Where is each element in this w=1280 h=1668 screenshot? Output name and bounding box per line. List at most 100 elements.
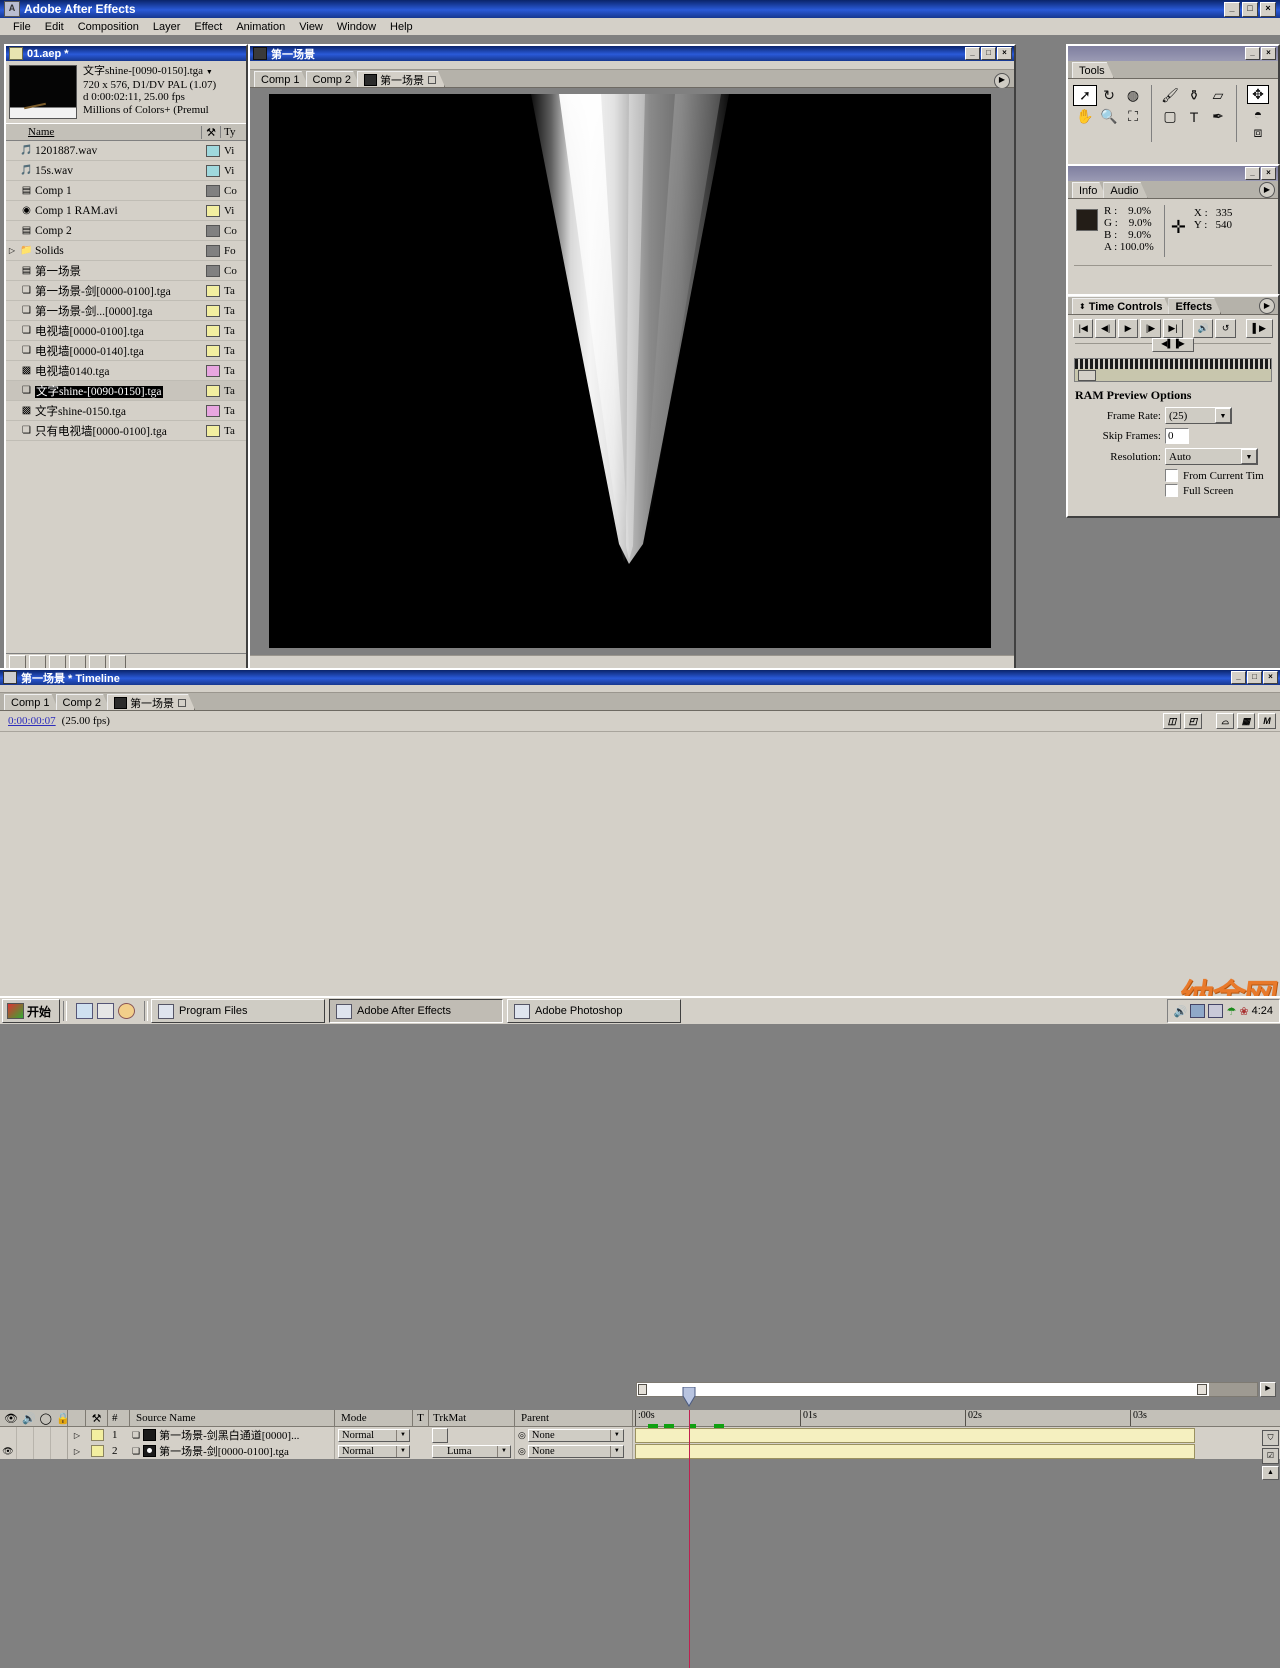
from-current-time-checkbox[interactable] xyxy=(1165,469,1178,482)
quicklaunch-media-icon[interactable] xyxy=(118,1003,135,1019)
project-item-label-swatch[interactable] xyxy=(204,345,221,357)
chevron-down-icon[interactable]: ▼ xyxy=(396,1446,409,1457)
tray-extra-icon[interactable]: ❀ xyxy=(1239,1005,1248,1018)
timeline-layer-row[interactable]: 👁▷2❏第一场景-剑[0000-0100].tgaNormal▼Luma▼◎No… xyxy=(0,1443,1280,1459)
mask-tool[interactable]: ⛶ xyxy=(1121,106,1145,127)
time-controls-menu-icon[interactable]: ▶ xyxy=(1259,298,1275,314)
play-button[interactable]: ▶ xyxy=(1118,319,1138,338)
axis-move-tool[interactable]: ✥ xyxy=(1247,85,1269,104)
comp-maximize-button[interactable]: □ xyxy=(981,47,996,60)
chevron-down-icon[interactable]: ▼ xyxy=(610,1430,623,1441)
project-item-label-swatch[interactable] xyxy=(204,225,221,237)
project-item-label-swatch[interactable] xyxy=(204,425,221,437)
preview-quality-knob[interactable]: ◀▌▐▶ xyxy=(1152,338,1194,352)
timeline-mode-header[interactable]: Mode xyxy=(335,1410,413,1426)
hand-tool[interactable]: ✋ xyxy=(1073,106,1097,127)
timeline-playhead-marker[interactable] xyxy=(682,1387,696,1407)
menu-file[interactable]: File xyxy=(6,20,38,34)
parent-pickwhip-icon[interactable]: ◎ xyxy=(518,1446,526,1457)
taskbar-task[interactable]: Adobe After Effects xyxy=(329,999,503,1023)
project-item-label-swatch[interactable] xyxy=(204,285,221,297)
axis-scale-tool[interactable]: ⧈ xyxy=(1247,123,1269,142)
project-list-item[interactable]: ❏第一场景-剑[0000-0100].tgaTa xyxy=(6,281,246,301)
tools-close-button[interactable]: × xyxy=(1261,47,1276,60)
project-list-item[interactable]: ❏电视墙[0000-0100].tgaTa xyxy=(6,321,246,341)
layer-label-swatch[interactable] xyxy=(91,1429,104,1441)
layer-mode-select[interactable]: Normal▼ xyxy=(338,1429,410,1442)
menu-animation[interactable]: Animation xyxy=(229,20,292,34)
shape-tool[interactable]: ▢ xyxy=(1158,106,1182,127)
project-list-item[interactable]: ◉Comp 1 RAM.aviVi xyxy=(6,201,246,221)
app-minimize-button[interactable]: _ xyxy=(1224,2,1240,17)
eraser-tool[interactable]: ▱ xyxy=(1206,85,1230,106)
timeline-ruler[interactable]: :00s01s02s03s xyxy=(633,1410,1258,1427)
tab-audio[interactable]: Audio xyxy=(1103,182,1147,198)
project-meta-dropdown-icon[interactable]: ▼ xyxy=(206,68,213,76)
layer-parent-select[interactable]: None▼ xyxy=(528,1445,624,1458)
draft-3d-button[interactable]: ◰ xyxy=(1184,713,1202,729)
comp-tab-lock-icon[interactable] xyxy=(428,76,436,84)
menu-composition[interactable]: Composition xyxy=(71,20,146,34)
app-maximize-button[interactable]: □ xyxy=(1242,2,1258,17)
solo-icon[interactable]: ◯ xyxy=(40,1412,52,1425)
menu-view[interactable]: View xyxy=(292,20,330,34)
timeline-parent-header[interactable]: Parent xyxy=(515,1410,633,1426)
timeline-close-button[interactable]: × xyxy=(1263,671,1278,684)
layer-duration-lane[interactable] xyxy=(633,1427,1258,1443)
tray-volume-icon[interactable]: 🔊 xyxy=(1174,1005,1188,1018)
ram-meter-marker[interactable] xyxy=(1078,370,1096,381)
project-list-item[interactable]: ▩电视墙0140.tgaTa xyxy=(6,361,246,381)
menu-window[interactable]: Window xyxy=(330,20,383,34)
menu-edit[interactable]: Edit xyxy=(38,20,71,34)
tray-network-icon[interactable] xyxy=(1190,1004,1205,1018)
tray-display-icon[interactable] xyxy=(1208,1004,1223,1018)
project-item-label-swatch[interactable] xyxy=(204,305,221,317)
taskbar-task[interactable]: Program Files xyxy=(151,999,325,1023)
timeline-minimize-button[interactable]: _ xyxy=(1231,671,1246,684)
shy-button[interactable]: M xyxy=(1258,713,1276,729)
timeline-scroll-up-button[interactable]: ▲ xyxy=(1262,1466,1279,1480)
project-list-item[interactable]: ▷📁SolidsFo xyxy=(6,241,246,261)
tab-time-controls[interactable]: ⬍ Time Controls xyxy=(1072,298,1171,314)
timeline-trkmat-header[interactable]: TrkMat xyxy=(429,1410,515,1426)
menu-help[interactable]: Help xyxy=(383,20,420,34)
project-item-label-swatch[interactable] xyxy=(204,385,221,397)
timeline-layer-row[interactable]: ▷1❏第一场景-剑黑白通道[0000]...Normal▼◎None▼ xyxy=(0,1427,1280,1443)
next-frame-button[interactable]: |▶ xyxy=(1140,319,1160,338)
app-close-button[interactable]: × xyxy=(1260,2,1276,17)
chevron-down-icon[interactable]: ▼ xyxy=(1215,408,1231,423)
ram-preview-button[interactable]: ▌▶ xyxy=(1246,319,1273,338)
comp-panel-menu-icon[interactable]: ▶ xyxy=(994,73,1010,89)
project-list-item[interactable]: ▩文字shine-0150.tgaTa xyxy=(6,401,246,421)
timeline-time-navigator[interactable] xyxy=(636,1382,1258,1397)
project-list-item[interactable]: 🎵15s.wavVi xyxy=(6,161,246,181)
info-close-button[interactable]: × xyxy=(1261,167,1276,180)
layer-quality-icon[interactable] xyxy=(143,1429,156,1441)
tab-info[interactable]: Info xyxy=(1072,182,1106,198)
comp-canvas[interactable] xyxy=(269,94,991,648)
rotation-tool[interactable]: ↻ xyxy=(1097,85,1121,106)
project-list-item[interactable]: 🎵1201887.wavVi xyxy=(6,141,246,161)
loop-button[interactable]: ↺ xyxy=(1215,319,1235,338)
timeline-tab-comp-2[interactable]: Comp 2 xyxy=(56,694,111,710)
info-panel-menu-icon[interactable]: ▶ xyxy=(1259,182,1275,198)
taskbar-task[interactable]: Adobe Photoshop xyxy=(507,999,681,1023)
layer-duration-bar[interactable] xyxy=(635,1428,1195,1443)
layer-audio-toggle[interactable] xyxy=(16,1443,33,1459)
timeline-gutter-check-icon[interactable]: ☑ xyxy=(1262,1448,1279,1464)
audio-toggle-button[interactable]: 🔊 xyxy=(1193,319,1213,338)
timeline-tab-comp-1[interactable]: Comp 1 xyxy=(4,694,59,710)
project-item-label-swatch[interactable] xyxy=(204,145,221,157)
layer-video-toggle[interactable]: 👁 xyxy=(0,1446,16,1457)
layer-solo-toggle[interactable] xyxy=(33,1443,50,1459)
timeline-maximize-button[interactable]: □ xyxy=(1247,671,1262,684)
selection-tool[interactable]: ➚ xyxy=(1073,85,1097,106)
project-item-label-swatch[interactable] xyxy=(204,405,221,417)
tray-shield-icon[interactable]: ☂ xyxy=(1226,1005,1236,1018)
project-item-label-swatch[interactable] xyxy=(204,165,221,177)
text-tool[interactable]: T xyxy=(1182,106,1206,127)
timeline-t-header[interactable]: T xyxy=(413,1410,429,1426)
previous-frame-button[interactable]: ◀| xyxy=(1095,319,1115,338)
project-column-switch-icon[interactable]: ⚒ xyxy=(201,126,220,139)
menu-effect[interactable]: Effect xyxy=(187,20,229,34)
